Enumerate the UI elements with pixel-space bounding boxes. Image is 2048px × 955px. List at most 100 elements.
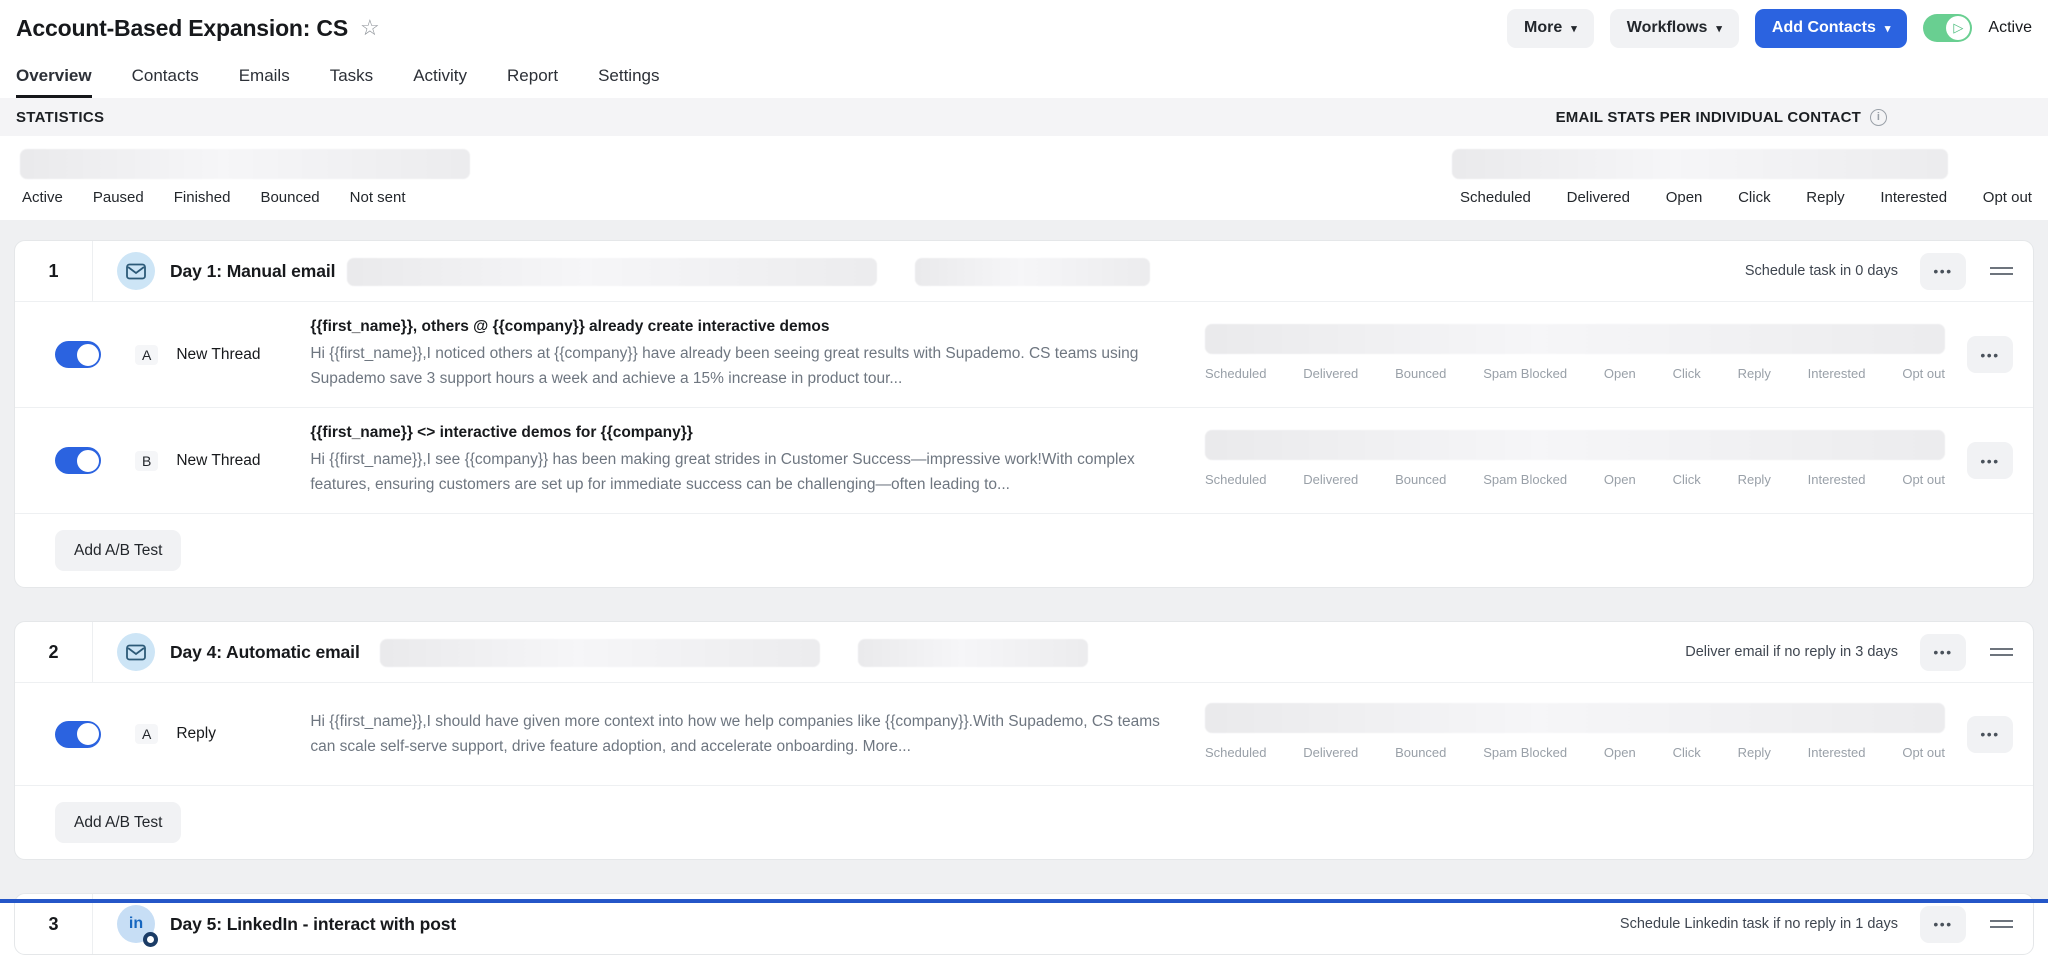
stat-label-opt-out: Opt out (1902, 472, 1945, 487)
stat-label-opt-out: Opt out (1902, 366, 1945, 381)
variant-stat-labels: Scheduled Delivered Bounced Spam Blocked… (1205, 366, 1945, 381)
email-subject: {{first_name}} <> interactive demos for … (310, 424, 1160, 442)
add-contacts-button[interactable]: Add Contacts ▾ (1755, 9, 1908, 48)
step-schedule-text: Schedule Linkedin task if no reply in 1 … (1620, 916, 1898, 932)
step-number: 1 (15, 241, 93, 301)
variant-enabled-toggle[interactable] (55, 341, 101, 368)
variant-row-a: A Reply Hi {{first_name}},I should have … (15, 682, 2033, 785)
stat-label-click: Click (1738, 189, 1771, 206)
stat-label-click: Click (1673, 366, 1701, 381)
step-more-button[interactable]: ••• (1920, 906, 1966, 943)
email-preview[interactable]: Hi {{first_name}},I should have given mo… (310, 709, 1160, 759)
stat-label-spam-blocked: Spam Blocked (1483, 745, 1567, 760)
stat-label-delivered: Delivered (1303, 472, 1358, 487)
stat-label-interested: Interested (1880, 189, 1947, 206)
stat-label-paused: Paused (93, 189, 144, 206)
step-more-button[interactable]: ••• (1920, 634, 1966, 671)
variant-enabled-toggle[interactable] (55, 447, 101, 474)
play-icon: ▷ (1946, 16, 1970, 40)
sequence-list: 1 Day 1: Manual email Schedule task in 0… (0, 220, 2048, 903)
tab-activity[interactable]: Activity (413, 56, 467, 98)
step-number: 3 (15, 894, 93, 954)
stat-label-spam-blocked: Spam Blocked (1483, 366, 1567, 381)
drag-handle[interactable] (1990, 267, 2013, 275)
step-more-button[interactable]: ••• (1920, 253, 1966, 290)
step-schedule-text: Deliver email if no reply in 3 days (1685, 644, 1898, 660)
redacted-text (858, 639, 1088, 667)
stat-label-interested: Interested (1808, 472, 1866, 487)
variant-more-button[interactable]: ••• (1967, 442, 2013, 479)
stat-label-opt-out: Opt out (1902, 745, 1945, 760)
variant-row-a: A New Thread {{first_name}}, others @ {{… (15, 301, 2033, 407)
tab-settings[interactable]: Settings (598, 56, 659, 98)
email-preview[interactable]: {{first_name}} <> interactive demos for … (310, 424, 1160, 497)
variant-stat-labels: Scheduled Delivered Bounced Spam Blocked… (1205, 745, 1945, 760)
step-card-day-4: 2 Day 4: Automatic email Deliver email i… (14, 621, 2034, 860)
redacted-variant-stats (1205, 703, 1945, 733)
stat-label-open: Open (1604, 745, 1636, 760)
statistics-title: STATISTICS (16, 109, 104, 126)
email-icon (117, 252, 155, 290)
add-ab-test-button[interactable]: Add A/B Test (55, 530, 181, 571)
campaign-stat-labels: Active Paused Finished Bounced Not sent (22, 189, 406, 206)
variant-more-button[interactable]: ••• (1967, 336, 2013, 373)
email-stat-labels: Scheduled Delivered Open Click Reply Int… (1460, 189, 2032, 206)
variant-stats: Scheduled Delivered Bounced Spam Blocked… (1205, 426, 1945, 496)
stat-label-bounced: Bounced (1395, 366, 1446, 381)
variant-type: New Thread (176, 452, 294, 470)
stat-label-scheduled: Scheduled (1205, 745, 1266, 760)
toggle-knob (76, 343, 100, 367)
email-preview[interactable]: {{first_name}}, others @ {{company}} alr… (310, 318, 1160, 391)
redacted-campaign-stats (20, 149, 470, 179)
favorite-star-icon[interactable]: ☆ (360, 15, 380, 41)
email-subject: {{first_name}}, others @ {{company}} alr… (310, 318, 1160, 336)
chevron-down-icon: ▾ (1571, 22, 1577, 35)
step-header: 3 in Day 5: LinkedIn - interact with pos… (15, 894, 2033, 954)
stat-label-scheduled: Scheduled (1460, 189, 1531, 206)
step-schedule-text: Schedule task in 0 days (1745, 263, 1898, 279)
stat-label-scheduled: Scheduled (1205, 366, 1266, 381)
tab-overview[interactable]: Overview (16, 56, 92, 98)
stat-label-opt-out: Opt out (1983, 189, 2032, 206)
window-bottom-border (0, 899, 2048, 903)
step-number: 2 (15, 622, 93, 682)
variant-type: New Thread (176, 346, 294, 364)
stat-label-not-sent: Not sent (350, 189, 406, 206)
workflows-button[interactable]: Workflows ▾ (1610, 9, 1739, 48)
email-icon (117, 633, 155, 671)
tab-report[interactable]: Report (507, 56, 558, 98)
linkedin-task-badge-icon (143, 932, 158, 947)
variant-key: A (135, 724, 158, 744)
add-ab-test-button[interactable]: Add A/B Test (55, 802, 181, 843)
stat-label-delivered: Delivered (1303, 745, 1358, 760)
more-button[interactable]: More ▾ (1507, 9, 1594, 48)
tab-emails[interactable]: Emails (239, 56, 290, 98)
stat-label-finished: Finished (174, 189, 231, 206)
variant-stats: Scheduled Delivered Bounced Spam Blocked… (1205, 699, 1945, 769)
variant-row-b: B New Thread {{first_name}} <> interacti… (15, 407, 2033, 513)
drag-handle[interactable] (1990, 648, 2013, 656)
tab-tasks[interactable]: Tasks (330, 56, 373, 98)
campaign-active-toggle[interactable]: ▷ (1923, 14, 1972, 42)
stat-label-reply: Reply (1738, 745, 1771, 760)
variant-key: B (135, 451, 158, 471)
info-icon[interactable]: i (1870, 109, 1887, 126)
stat-label-scheduled: Scheduled (1205, 472, 1266, 487)
stat-label-reply: Reply (1806, 189, 1844, 206)
variant-more-button[interactable]: ••• (1967, 716, 2013, 753)
tab-contacts[interactable]: Contacts (132, 56, 199, 98)
variant-stats: Scheduled Delivered Bounced Spam Blocked… (1205, 320, 1945, 390)
email-stats-title: EMAIL STATS PER INDIVIDUAL CONTACT i (1556, 98, 1887, 136)
stat-label-click: Click (1673, 745, 1701, 760)
chevron-down-icon: ▾ (1885, 22, 1891, 35)
redacted-text (915, 258, 1150, 286)
top-bar: Account-Based Expansion: CS ☆ More ▾ Wor… (0, 0, 2048, 56)
page-title: Account-Based Expansion: CS (16, 15, 348, 42)
variant-enabled-toggle[interactable] (55, 721, 101, 748)
redacted-variant-stats (1205, 430, 1945, 460)
drag-handle[interactable] (1990, 920, 2013, 928)
tab-bar: Overview Contacts Emails Tasks Activity … (0, 56, 2048, 98)
stat-label-interested: Interested (1808, 745, 1866, 760)
toggle-knob (76, 722, 100, 746)
redacted-email-stats (1452, 149, 1948, 179)
